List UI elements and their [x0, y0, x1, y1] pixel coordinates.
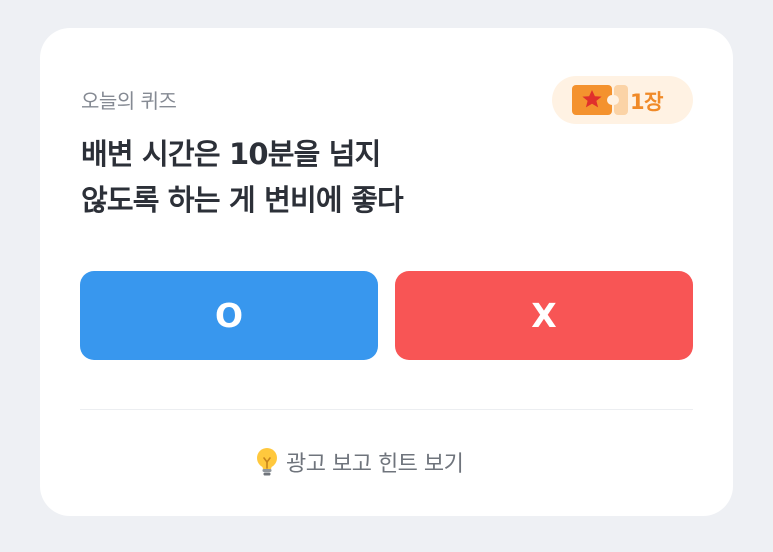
divider: [80, 409, 693, 410]
ticket-count: 1장: [630, 90, 663, 114]
hint-label: 광고 보고 힌트 보기: [286, 452, 464, 477]
ticket-star-icon: [572, 85, 628, 115]
lightbulb-icon: [257, 448, 277, 476]
quiz-label: 오늘의 퀴즈: [81, 89, 177, 113]
quiz-question: 배변 시간은 10분을 넘지 않도록 하는 게 변비에 좋다: [81, 131, 551, 223]
answer-o-button[interactable]: O: [80, 271, 378, 360]
question-line-1: 배변 시간은 10분을 넘지: [81, 137, 381, 171]
answer-x-button[interactable]: X: [395, 271, 693, 360]
watch-ad-hint-button[interactable]: 광고 보고 힌트 보기: [254, 444, 464, 480]
question-line-2: 않도록 하는 게 변비에 좋다: [81, 183, 404, 217]
quiz-card: 오늘의 퀴즈 1장 배변 시간은 10분을 넘지 않도록 하는 게 변비에 좋다…: [40, 28, 733, 516]
ticket-count-badge: 1장: [552, 76, 693, 124]
